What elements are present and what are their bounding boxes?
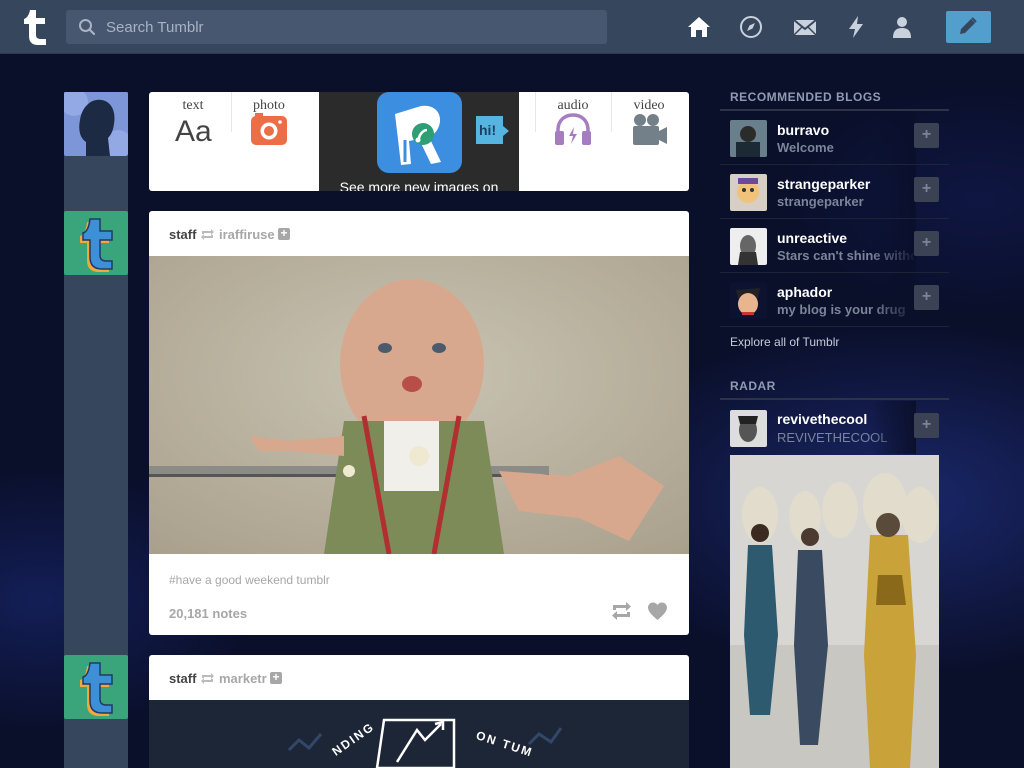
trending-banner-graphic — [287, 718, 563, 768]
blog-name[interactable]: strangeparker — [777, 176, 870, 192]
follow-plus-icon[interactable]: + — [270, 671, 282, 684]
blog-name[interactable]: aphador — [777, 284, 832, 300]
reblog-icon — [201, 673, 214, 684]
recommended-blog-item[interactable]: burravo Welcome + — [720, 111, 949, 165]
reblog-icon — [201, 229, 214, 240]
promo-text: See more new images on — [339, 179, 499, 191]
post-author[interactable]: staff — [169, 227, 196, 242]
promo-overlay[interactable]: hi! See more new images on — [319, 92, 519, 191]
post-type-audio[interactable]: audio — [535, 92, 611, 191]
recommended-blogs-heading: RECOMMENDED BLOGS — [730, 90, 882, 104]
compass-icon[interactable] — [738, 14, 764, 40]
tumblr-t-icon — [80, 662, 113, 716]
follow-button[interactable]: + — [914, 177, 939, 202]
follow-button[interactable]: + — [914, 123, 939, 148]
follow-button[interactable]: + — [914, 413, 939, 438]
recommended-blog-item[interactable]: strangeparker strangeparker + — [720, 165, 949, 219]
heart-icon[interactable] — [647, 602, 668, 621]
compose-button[interactable] — [946, 11, 991, 43]
chat-icon: hi! — [476, 116, 509, 144]
follow-button[interactable]: + — [914, 231, 939, 256]
blog-avatar[interactable] — [730, 174, 767, 211]
post-tags[interactable]: #have a good weekend tumblr — [169, 573, 330, 587]
user-avatar[interactable] — [64, 92, 128, 156]
avatar-silhouette-icon — [64, 92, 128, 156]
video-camera-icon — [633, 114, 667, 145]
camera-icon — [251, 113, 287, 145]
tumblr-t-icon — [80, 218, 113, 272]
radar-blog-item[interactable]: revivethecool REVIVETHECOOL + — [720, 401, 949, 455]
search-box[interactable] — [66, 10, 607, 44]
blog-avatar[interactable] — [730, 410, 767, 447]
user-icon[interactable] — [889, 14, 915, 40]
post-notes[interactable]: 20,181 notes — [169, 606, 247, 621]
svg-text:hi!: hi! — [479, 122, 496, 138]
top-nav-bar — [0, 0, 1024, 54]
blog-name[interactable]: burravo — [777, 122, 829, 138]
divider — [720, 398, 949, 400]
post-card: staff marketr + NDING ON TUM — [149, 655, 689, 768]
post-photo[interactable] — [149, 256, 689, 555]
tumblr-logo[interactable] — [16, 7, 52, 47]
text-aa-icon: Aa — [175, 115, 212, 146]
post-type-photo[interactable]: photo — [231, 92, 307, 191]
blog-name[interactable]: revivethecool — [777, 411, 867, 427]
post-type-video[interactable]: video — [611, 92, 687, 191]
fade-overlay — [870, 111, 916, 164]
promo-app-icon — [377, 92, 462, 173]
post-source[interactable]: iraffiruse — [219, 227, 275, 242]
lightning-icon[interactable] — [843, 14, 869, 40]
post-card: staff iraffiruse + #have a good weekend … — [149, 211, 689, 635]
fade-overlay — [870, 165, 916, 218]
post-type-bar: text Aa photo quote link chat hi! — [149, 92, 689, 191]
post-type-text[interactable]: text Aa — [155, 92, 231, 191]
follow-plus-icon[interactable]: + — [278, 227, 290, 240]
mail-icon[interactable] — [792, 14, 818, 40]
blog-avatar[interactable] — [730, 120, 767, 157]
headphones-icon — [555, 113, 591, 145]
radar-heading: RADAR — [730, 379, 776, 393]
blog-avatar[interactable] — [730, 228, 767, 265]
staff-avatar[interactable] — [64, 655, 128, 719]
fade-overlay — [870, 401, 916, 454]
svg-text:Aa: Aa — [175, 115, 212, 146]
blog-name[interactable]: unreactive — [777, 230, 847, 246]
blog-avatar[interactable] — [730, 282, 767, 319]
pencil-icon — [960, 17, 977, 34]
post-banner[interactable]: NDING ON TUM — [149, 700, 689, 768]
recommended-blog-item[interactable]: unreactive Stars can't shine without + — [720, 219, 949, 273]
radar-photo[interactable] — [730, 455, 939, 768]
post-header: staff iraffiruse + — [149, 211, 689, 256]
recommended-blog-item[interactable]: aphador my blog is your drug + — [720, 273, 949, 327]
explore-link[interactable]: Explore all of Tumblr — [730, 335, 839, 349]
reblog-icon[interactable] — [610, 601, 633, 621]
fade-overlay — [870, 273, 916, 326]
post-header: staff marketr + — [149, 655, 689, 700]
fade-overlay — [870, 219, 916, 272]
home-icon[interactable] — [686, 14, 712, 40]
search-input[interactable] — [106, 10, 596, 44]
post-source[interactable]: marketr — [219, 671, 267, 686]
search-icon — [79, 19, 96, 36]
post-author[interactable]: staff — [169, 671, 196, 686]
staff-avatar[interactable] — [64, 211, 128, 275]
follow-button[interactable]: + — [914, 285, 939, 310]
